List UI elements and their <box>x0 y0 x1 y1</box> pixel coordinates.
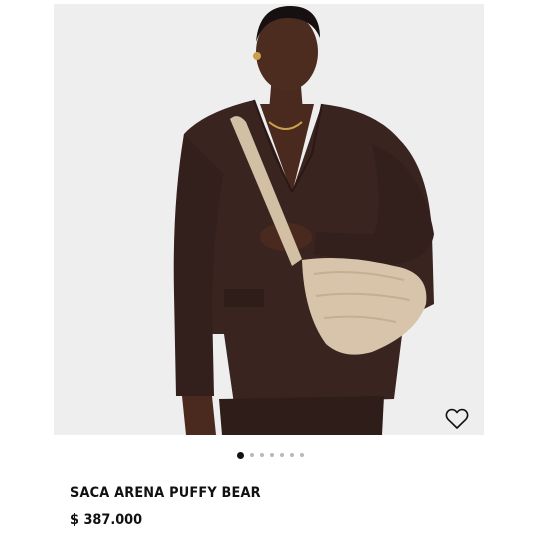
carousel-dot[interactable] <box>259 453 264 457</box>
carousel-dot[interactable] <box>299 453 304 457</box>
product-price: $ 387.000 <box>70 512 143 528</box>
product-page: SACA ARENA PUFFY BEAR $ 387.000 <box>0 0 540 540</box>
product-title: SACA ARENA PUFFY BEAR <box>70 485 261 501</box>
wishlist-button[interactable] <box>445 408 469 430</box>
carousel-dot-active[interactable] <box>236 451 244 459</box>
model-with-bag-illustration <box>54 4 484 435</box>
carousel-dot[interactable] <box>289 453 294 457</box>
heart-outline-icon <box>445 408 469 429</box>
carousel-dot[interactable] <box>279 453 284 457</box>
carousel-pagination <box>0 450 540 460</box>
carousel-dot[interactable] <box>249 453 254 457</box>
carousel-dot[interactable] <box>269 453 274 457</box>
product-image[interactable] <box>54 4 484 435</box>
